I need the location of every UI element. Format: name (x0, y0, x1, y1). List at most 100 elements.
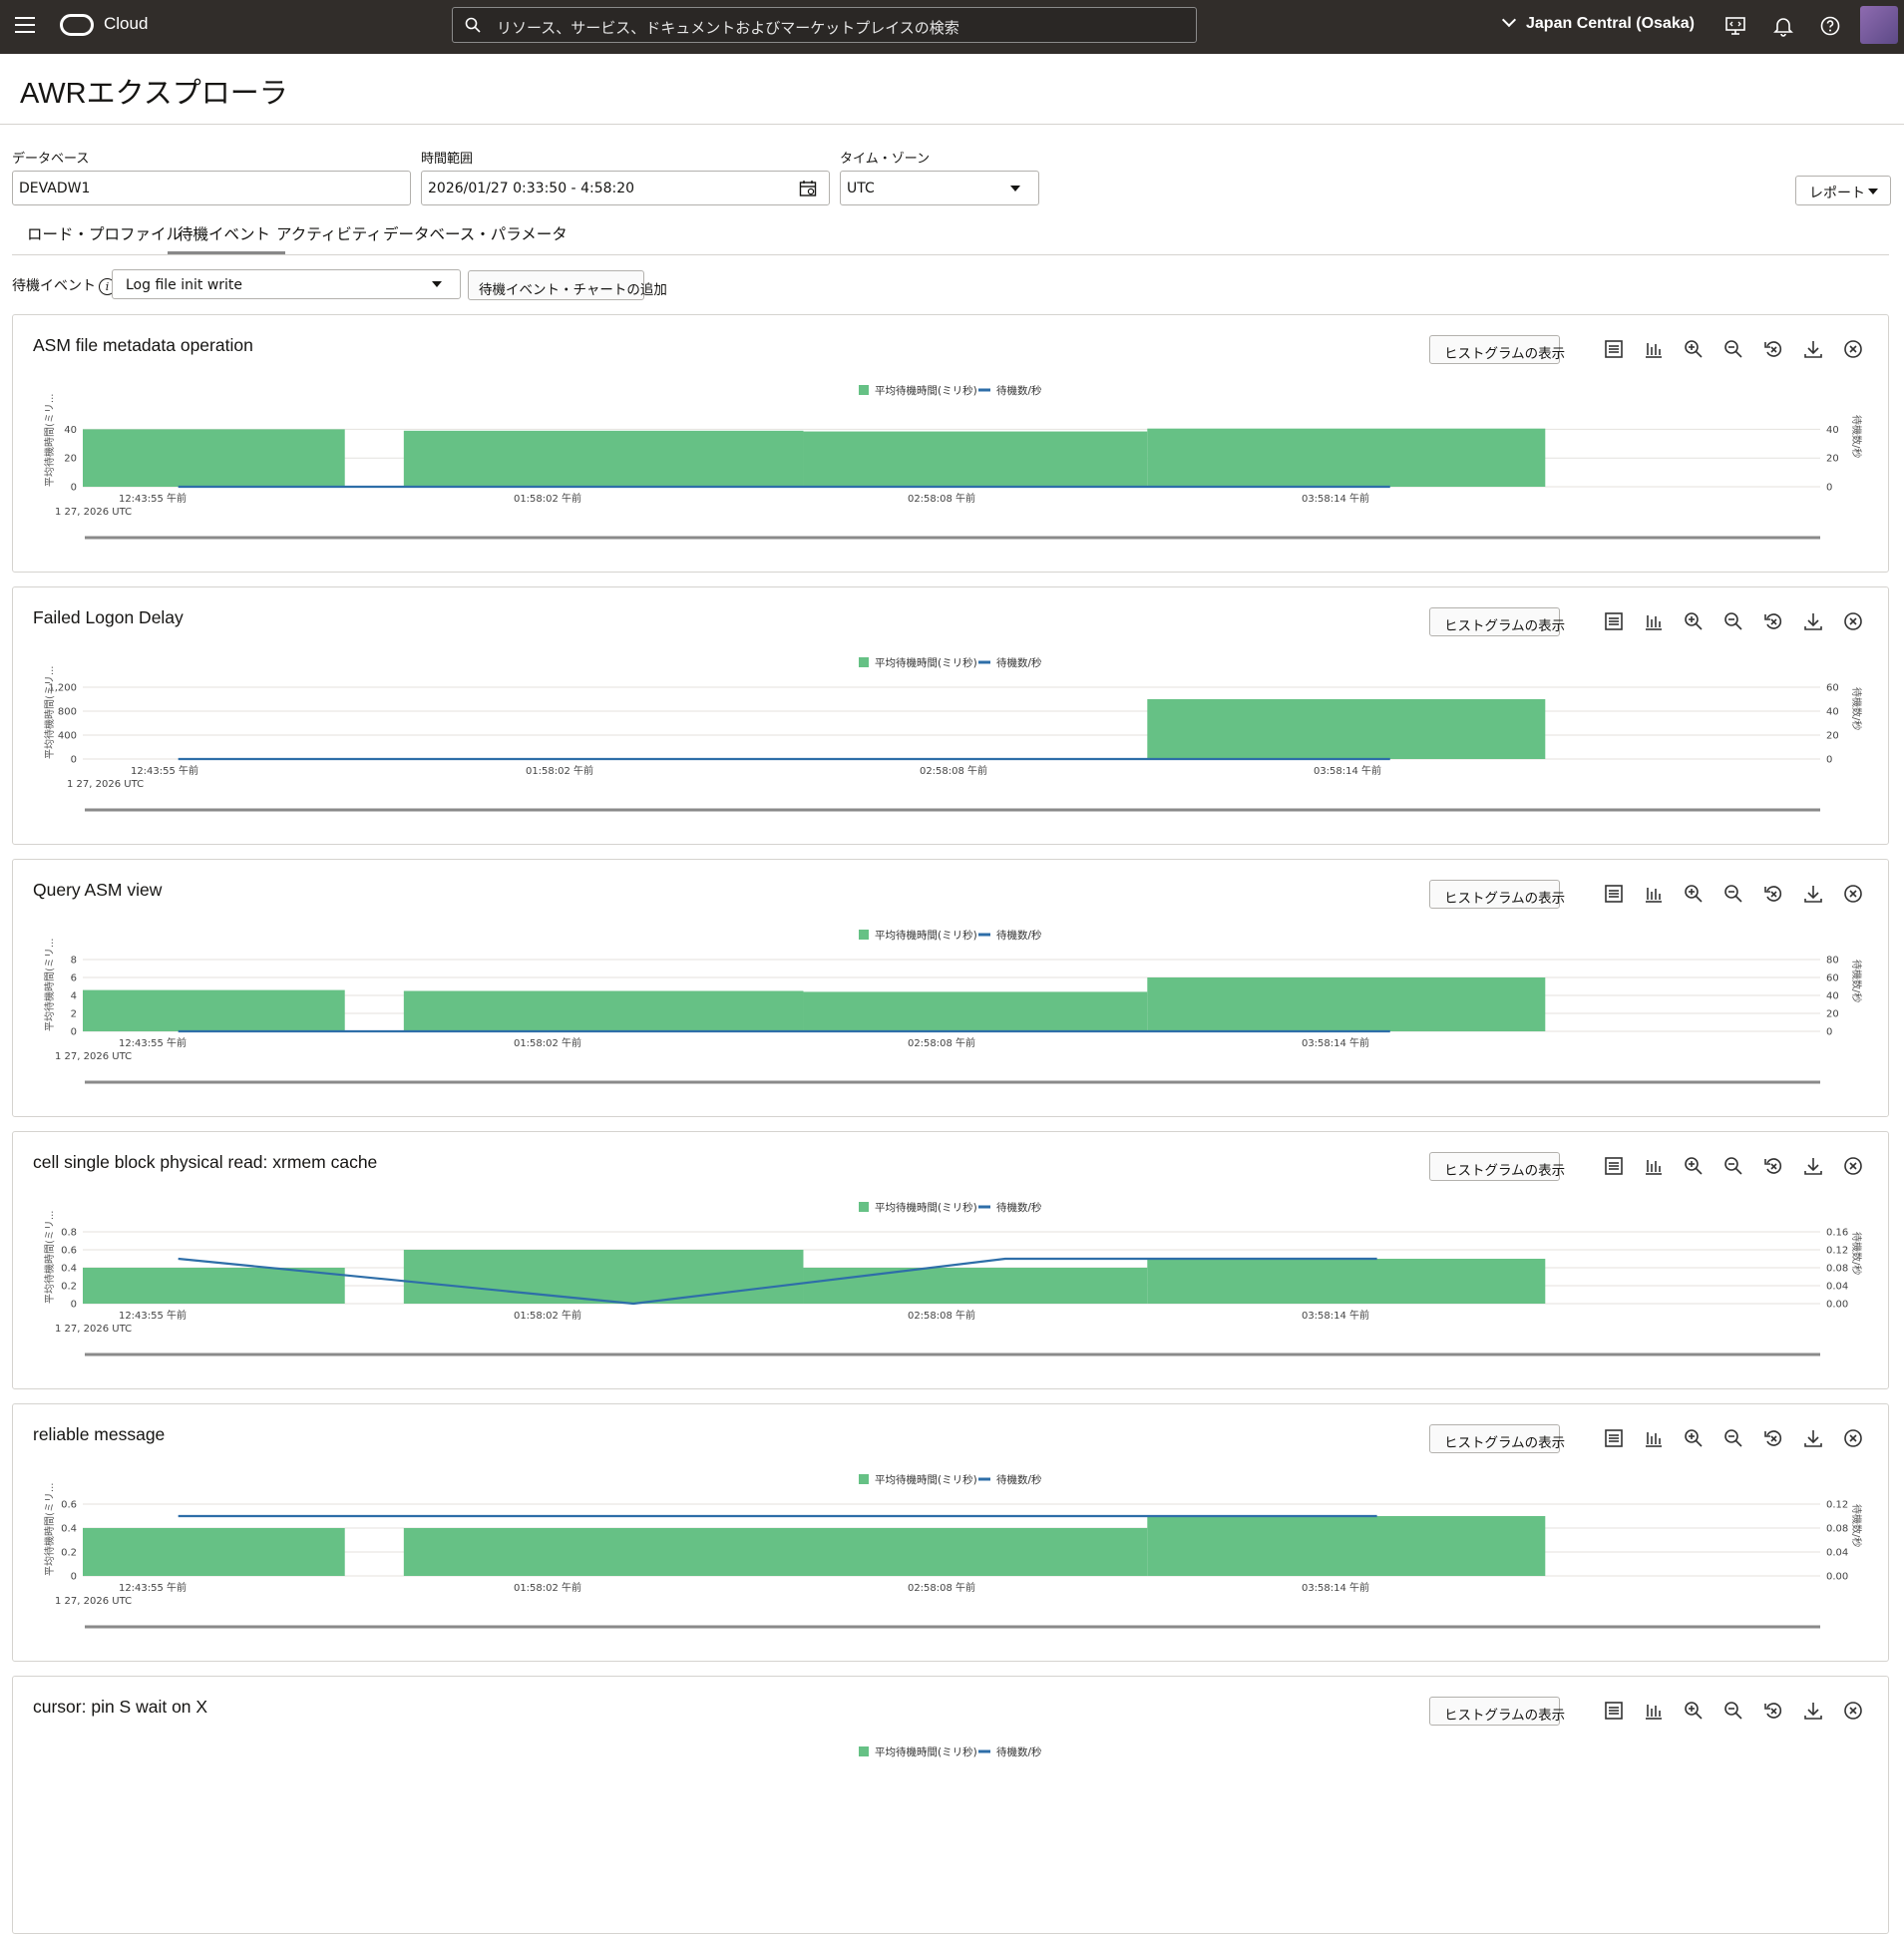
wait-event-select[interactable]: Log file init write (112, 269, 461, 299)
zoom-in-icon[interactable] (1683, 1427, 1705, 1449)
tab-database-parameters[interactable]: データベース・パラメータ (383, 220, 568, 254)
bar-chart-icon[interactable] (1643, 1427, 1665, 1449)
show-histogram-button[interactable]: ヒストグラムの表示 (1429, 335, 1565, 364)
zoom-in-icon[interactable] (1683, 338, 1705, 360)
download-icon[interactable] (1802, 883, 1824, 905)
zoom-out-icon[interactable] (1722, 338, 1744, 360)
developer-tools-icon[interactable] (1723, 14, 1747, 38)
chart: 平均待機時間(ミリ秒) 待機数/秒 (859, 1745, 1042, 1758)
list-icon[interactable] (1603, 1427, 1625, 1449)
bar[interactable] (403, 990, 804, 1032)
reset-zoom-icon[interactable] (1762, 1155, 1784, 1177)
bar[interactable] (1147, 977, 1546, 1031)
y-tick-right: 0.16 (1826, 1228, 1848, 1239)
legend-label-bar: 平均待機時間(ミリ秒) (875, 1201, 977, 1214)
help-icon[interactable] (1818, 14, 1842, 38)
bar[interactable] (83, 429, 345, 487)
close-icon[interactable] (1842, 1700, 1864, 1722)
bar[interactable] (403, 1528, 1148, 1576)
y-tick-right: 60 (1826, 973, 1839, 984)
bar[interactable] (803, 991, 1148, 1031)
reset-zoom-icon[interactable] (1762, 883, 1784, 905)
close-icon[interactable] (1842, 338, 1864, 360)
zoom-in-icon[interactable] (1683, 1155, 1705, 1177)
bar[interactable] (1147, 428, 1546, 487)
show-histogram-button[interactable]: ヒストグラムの表示 (1429, 1697, 1565, 1726)
database-field[interactable]: DEVADW1 (12, 171, 411, 205)
zoom-out-icon[interactable] (1722, 883, 1744, 905)
search-input[interactable]: リソース、サービス、ドキュメントおよびマーケットプレイスの検索 (452, 7, 1197, 43)
bar[interactable] (803, 431, 1148, 487)
legend-label-line: 待機数/秒 (996, 656, 1042, 669)
zoom-out-icon[interactable] (1722, 1155, 1744, 1177)
bar[interactable] (1147, 699, 1546, 759)
download-icon[interactable] (1802, 1700, 1824, 1722)
reset-zoom-icon[interactable] (1762, 338, 1784, 360)
download-icon[interactable] (1802, 338, 1824, 360)
bar[interactable] (83, 1528, 345, 1576)
menu-icon[interactable] (15, 17, 35, 33)
download-icon[interactable] (1802, 610, 1824, 632)
list-icon[interactable] (1603, 338, 1625, 360)
download-icon[interactable] (1802, 1155, 1824, 1177)
bar[interactable] (403, 1250, 804, 1304)
bar-chart-icon[interactable] (1643, 1700, 1665, 1722)
calendar-icon[interactable] (799, 180, 817, 197)
close-icon[interactable] (1842, 1427, 1864, 1449)
bell-icon[interactable] (1771, 14, 1795, 38)
show-histogram-button[interactable]: ヒストグラムの表示 (1429, 1152, 1565, 1181)
add-wait-event-chart-button[interactable]: 待機イベント・チャートの追加 (468, 270, 667, 300)
show-histogram-button[interactable]: ヒストグラムの表示 (1429, 880, 1565, 909)
bar-chart-icon[interactable] (1643, 338, 1665, 360)
zoom-in-icon[interactable] (1683, 610, 1705, 632)
show-histogram-button[interactable]: ヒストグラムの表示 (1429, 607, 1565, 636)
divider (0, 124, 1904, 125)
bar-chart-icon[interactable] (1643, 1155, 1665, 1177)
chart: 平均待機時間(ミリ秒) 待機数/秒04008001,2000204060平均待機時… (43, 656, 1863, 812)
bar-chart-icon[interactable] (1643, 610, 1665, 632)
download-icon[interactable] (1802, 1427, 1824, 1449)
zoom-in-icon[interactable] (1683, 1700, 1705, 1722)
reset-zoom-icon[interactable] (1762, 1427, 1784, 1449)
zoom-out-icon[interactable] (1722, 1700, 1744, 1722)
list-icon[interactable] (1603, 610, 1625, 632)
bar[interactable] (83, 1268, 345, 1304)
show-histogram-button[interactable]: ヒストグラムの表示 (1429, 1424, 1565, 1453)
timezone-select[interactable]: UTC (840, 171, 1039, 205)
bar[interactable] (1147, 1259, 1546, 1304)
bar[interactable] (83, 989, 345, 1031)
region-selector[interactable]: Japan Central (Osaka) (1501, 12, 1695, 33)
zoom-out-icon[interactable] (1722, 1427, 1744, 1449)
tab-activity[interactable]: アクティビティ (276, 220, 382, 254)
list-icon[interactable] (1603, 1700, 1625, 1722)
database-value: DEVADW1 (19, 181, 91, 196)
tab-wait-events[interactable]: 待機イベント (168, 220, 286, 254)
y-tick-left: 0.6 (61, 1246, 77, 1257)
close-icon[interactable] (1842, 1155, 1864, 1177)
bar[interactable] (1147, 1516, 1546, 1576)
close-icon[interactable] (1842, 610, 1864, 632)
caret-down-icon (1868, 189, 1878, 194)
chart: 平均待機時間(ミリ秒) 待機数/秒 0 0.2 0.4 0.6 0.8 0.00 0.04 0.0… (43, 1201, 1863, 1356)
tab-load-profile[interactable]: ロード・プロファイル (27, 220, 182, 254)
reset-zoom-icon[interactable] (1762, 1700, 1784, 1722)
time-range-field[interactable]: 2026/01/27 0:33:50 - 4:58:20 (421, 171, 830, 205)
close-icon[interactable] (1842, 883, 1864, 905)
y-axis-label-right: 待機数/秒 (1850, 960, 1863, 1002)
zoom-out-icon[interactable] (1722, 610, 1744, 632)
bar[interactable] (803, 1268, 1148, 1304)
list-icon[interactable] (1603, 1155, 1625, 1177)
oracle-logo-icon[interactable] (60, 14, 94, 36)
reset-zoom-icon[interactable] (1762, 610, 1784, 632)
x-tick: 02:58:08 午前 (908, 1036, 975, 1049)
chart: 平均待機時間(ミリ秒) 待機数/秒 0 20 40 0 20 40 平均待機時間(ミリ... 待機… (43, 384, 1863, 540)
chart-title: cursor: pin S wait on X (33, 1697, 208, 1717)
report-button[interactable]: レポート (1795, 176, 1891, 205)
avatar[interactable] (1860, 6, 1898, 44)
bar-chart-icon[interactable] (1643, 883, 1665, 905)
bar[interactable] (403, 430, 804, 487)
zoom-in-icon[interactable] (1683, 883, 1705, 905)
list-icon[interactable] (1603, 883, 1625, 905)
y-tick-right: 20 (1826, 1009, 1839, 1020)
chart-legend: 平均待機時間(ミリ秒) 待機数/秒 (859, 1473, 1042, 1486)
